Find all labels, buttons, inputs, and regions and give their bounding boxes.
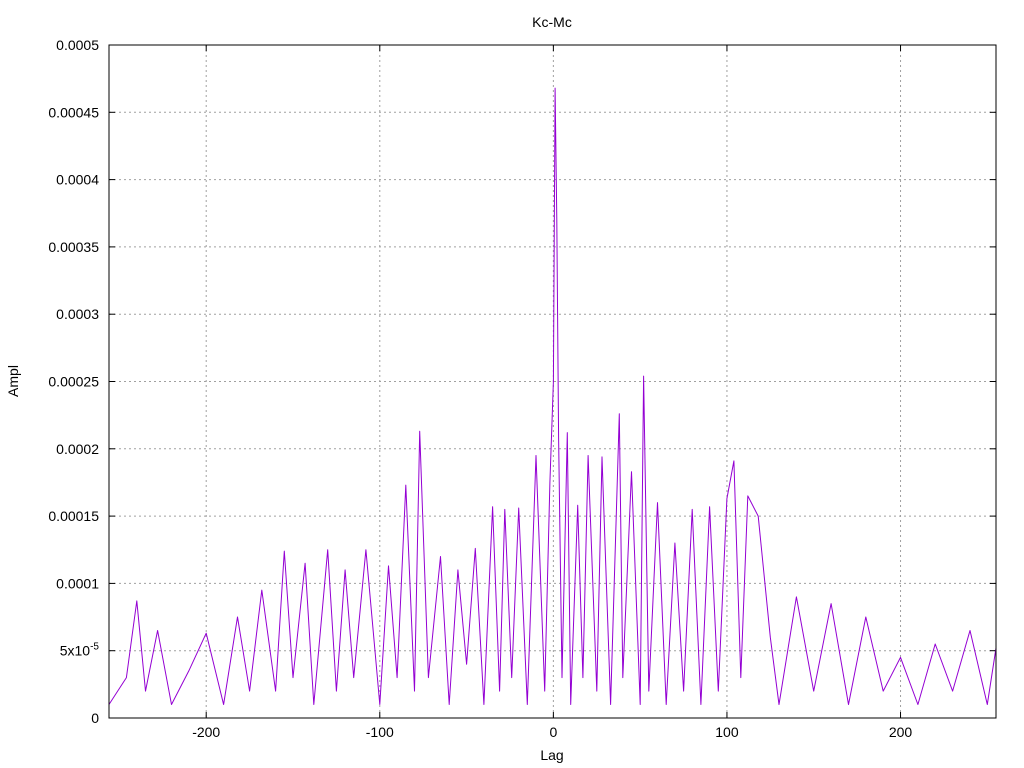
y-tick-label: 0 (91, 710, 99, 726)
y-tick-label: 0.0005 (56, 37, 99, 53)
y-tick-exponent: -5 (90, 642, 99, 653)
x-tick-label: 200 (889, 724, 913, 740)
y-tick-label: 5x10-5 (60, 642, 100, 659)
ticks (109, 44, 996, 719)
y-tick-label: 0.0003 (56, 306, 99, 322)
plot-series (108, 87, 997, 705)
plot-frame (108, 44, 997, 719)
x-axis-title: Lag (540, 747, 563, 763)
y-tick-label: 0.0004 (56, 172, 99, 188)
x-tick-label: 100 (715, 724, 739, 740)
x-tick-label: -100 (366, 724, 394, 740)
x-tick-label: 0 (549, 724, 557, 740)
grid (109, 44, 996, 719)
y-tick-label: 0.00015 (48, 508, 99, 524)
series-line (108, 87, 997, 705)
y-tick-label: 0.00045 (48, 104, 99, 120)
y-tick-label: 0.0001 (56, 575, 99, 591)
y-tick-label: 0.00035 (48, 239, 99, 255)
y-axis-title: Ampl (5, 365, 21, 397)
x-tick-label: -200 (192, 724, 220, 740)
chart: Kc-Mc -200 -100 0 100 200 0 5x10-5 0.0001 0.0001… (5, 14, 997, 763)
y-tick-label: 0.0002 (56, 441, 99, 457)
y-tick-label: 0.00025 (48, 374, 99, 390)
chart-title: Kc-Mc (532, 14, 572, 30)
